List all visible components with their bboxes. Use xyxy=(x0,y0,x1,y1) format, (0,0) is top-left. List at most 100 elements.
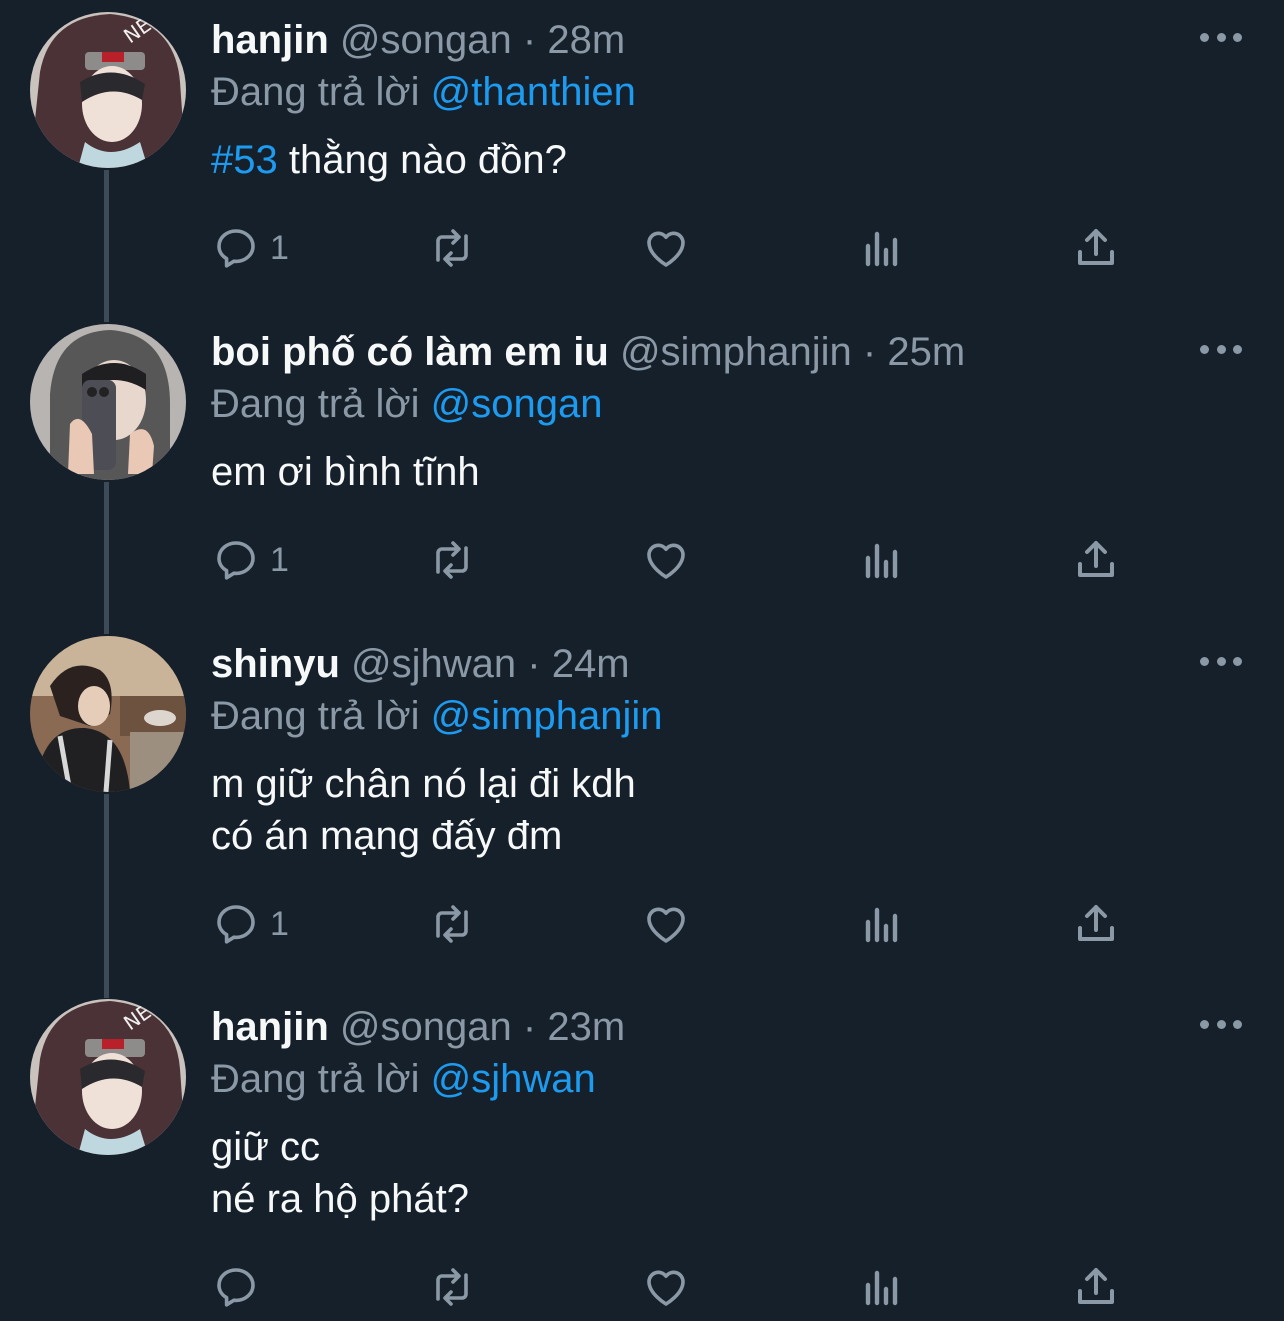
mention-link[interactable]: @songan xyxy=(431,382,603,426)
user-handle[interactable]: @songan xyxy=(340,18,512,62)
display-name[interactable]: shinyu xyxy=(211,642,340,686)
heart-icon xyxy=(647,231,685,267)
views-button[interactable] xyxy=(858,532,906,588)
replying-to-label: Đang trả lời xyxy=(211,70,420,114)
like-button[interactable] xyxy=(642,1259,690,1315)
reply-icon xyxy=(217,541,255,580)
separator: · xyxy=(522,1005,537,1049)
tweet-text-line: m giữ chân nó lại đi kdh xyxy=(211,762,636,806)
reply-thread: NE hanjin @songan · 28m Đang trả lời @th… xyxy=(0,0,1284,1321)
reply-button[interactable]: 1 xyxy=(212,532,289,588)
replying-to-label: Đang trả lời xyxy=(211,382,420,426)
separator: · xyxy=(527,642,541,686)
reply-button[interactable]: 1 xyxy=(212,220,289,276)
avatar[interactable] xyxy=(30,636,186,792)
replying-to: Đang trả lời @thanthien xyxy=(211,68,636,116)
more-options-icon[interactable] xyxy=(1200,334,1242,364)
share-icon xyxy=(1078,541,1114,577)
tweet-text-line: có án mạng đấy đm xyxy=(211,814,563,858)
reply-icon xyxy=(217,1268,255,1307)
tweet-header: shinyu @sjhwan · 24m xyxy=(211,640,630,688)
views-button[interactable] xyxy=(858,896,906,952)
more-options-icon[interactable] xyxy=(1200,22,1242,52)
analytics-icon xyxy=(865,907,898,943)
action-bar: 1 xyxy=(0,532,1284,588)
reply-button[interactable]: 1 xyxy=(212,896,289,952)
more-options-icon[interactable] xyxy=(1200,1009,1242,1039)
replying-to: Đang trả lời @sjhwan xyxy=(211,1055,596,1103)
tweet-text-line: em ơi bình tĩnh xyxy=(211,450,480,494)
reply-count: 1 xyxy=(270,540,289,579)
action-bar xyxy=(0,1259,1284,1315)
replying-to: Đang trả lời @simphanjin xyxy=(211,692,663,740)
share-button[interactable] xyxy=(1072,532,1120,588)
like-button[interactable] xyxy=(642,220,690,276)
reply-icon xyxy=(217,229,255,268)
user-handle[interactable]: @songan xyxy=(340,1005,512,1049)
tweet[interactable]: NE hanjin @songan · 23m Đang trả lời @sj… xyxy=(0,987,1284,1321)
tweet-text: #53 thằng nào đồn? xyxy=(211,134,567,186)
reply-count: 1 xyxy=(270,228,289,267)
timestamp[interactable]: 25m xyxy=(887,330,965,374)
action-bar: 1 xyxy=(0,220,1284,276)
timestamp[interactable]: 24m xyxy=(552,642,630,686)
mention-link[interactable]: @thanthien xyxy=(431,70,636,114)
timestamp[interactable]: 23m xyxy=(547,1005,625,1049)
mention-link[interactable]: @simphanjin xyxy=(431,694,663,738)
replying-to-label: Đang trả lời xyxy=(211,694,420,738)
tweet[interactable]: boi phố có làm em iu @simphanjin · 25m Đ… xyxy=(0,312,1284,624)
retweet-icon xyxy=(436,905,468,943)
tweet-header: hanjin @songan · 23m xyxy=(211,1003,625,1051)
analytics-icon xyxy=(865,231,898,267)
hanjin-avatar-image: NE xyxy=(30,999,186,1155)
retweet-button[interactable] xyxy=(428,1259,476,1315)
user-handle[interactable]: @sjhwan xyxy=(351,642,516,686)
retweet-button[interactable] xyxy=(428,532,476,588)
reply-button[interactable] xyxy=(212,1259,270,1315)
timestamp[interactable]: 28m xyxy=(547,18,625,62)
analytics-icon xyxy=(865,1270,898,1306)
heart-icon xyxy=(647,907,685,943)
display-name[interactable]: hanjin xyxy=(211,18,329,62)
tweet-text-line: thằng nào đồn? xyxy=(277,138,567,182)
mention-link[interactable]: @sjhwan xyxy=(431,1057,596,1101)
like-button[interactable] xyxy=(642,896,690,952)
hashtag-link[interactable]: #53 xyxy=(211,138,278,182)
action-bar: 1 xyxy=(0,896,1284,952)
hanjin-avatar-image: NE xyxy=(30,12,186,168)
views-button[interactable] xyxy=(858,1259,906,1315)
share-button[interactable] xyxy=(1072,1259,1120,1315)
avatar[interactable] xyxy=(30,324,186,480)
retweet-button[interactable] xyxy=(428,896,476,952)
avatar[interactable]: NE xyxy=(30,999,186,1155)
more-options-icon[interactable] xyxy=(1200,646,1242,676)
display-name[interactable]: hanjin xyxy=(211,1005,329,1049)
retweet-icon xyxy=(436,229,468,267)
reply-count: 1 xyxy=(270,904,289,943)
tweet-text: giữ cc né ra hộ phát? xyxy=(211,1121,469,1225)
share-button[interactable] xyxy=(1072,220,1120,276)
tweet-text: m giữ chân nó lại đi kdh có án mạng đấy … xyxy=(211,758,636,862)
heart-icon xyxy=(647,543,685,579)
tweet-header: boi phố có làm em iu @simphanjin · 25m xyxy=(211,328,965,376)
share-icon xyxy=(1078,905,1114,941)
tweet-header: hanjin @songan · 28m xyxy=(211,16,625,64)
tweet[interactable]: shinyu @sjhwan · 24m Đang trả lời @simph… xyxy=(0,624,1284,988)
display-name[interactable]: boi phố có làm em iu xyxy=(211,330,609,374)
avatar[interactable]: NE xyxy=(30,12,186,168)
separator: · xyxy=(862,330,877,374)
replying-to: Đang trả lời @songan xyxy=(211,380,603,428)
mirror-selfie-avatar-image xyxy=(30,324,186,480)
replying-to-label: Đang trả lời xyxy=(211,1057,420,1101)
restaurant-avatar-image xyxy=(30,636,186,792)
user-handle[interactable]: @simphanjin xyxy=(620,330,852,374)
tweet[interactable]: NE hanjin @songan · 28m Đang trả lời @th… xyxy=(0,0,1284,312)
retweet-button[interactable] xyxy=(428,220,476,276)
heart-icon xyxy=(647,1270,685,1306)
reply-icon xyxy=(217,905,255,944)
like-button[interactable] xyxy=(642,532,690,588)
retweet-icon xyxy=(436,1268,468,1306)
share-button[interactable] xyxy=(1072,896,1120,952)
tweet-text: em ơi bình tĩnh xyxy=(211,446,480,498)
views-button[interactable] xyxy=(858,220,906,276)
